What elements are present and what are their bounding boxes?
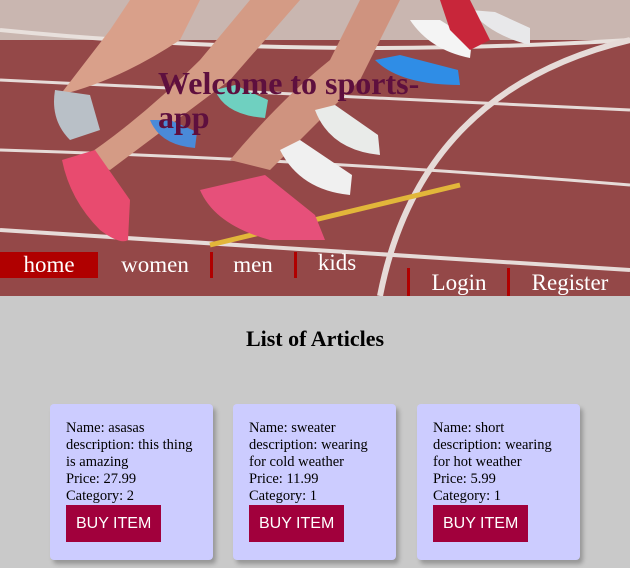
buy-item-button[interactable]: BUY ITEM: [249, 505, 345, 542]
hero-banner: Welcome to sports-app home women men kid…: [0, 0, 630, 296]
article-category: Category: 2: [66, 488, 135, 504]
page-title: List of Articles: [245, 326, 385, 351]
nav-separator: [294, 252, 297, 278]
article-description: description: wearing for cold weather: [249, 437, 368, 470]
buy-item-button[interactable]: BUY ITEM: [433, 505, 529, 542]
hero-title: Welcome to sports-app: [158, 65, 420, 135]
article-price: Price: 11.99: [249, 471, 319, 487]
article-description: description: wearing for hot weather: [433, 437, 552, 470]
nav-kids[interactable]: kids: [306, 250, 368, 276]
article-category: Category: 1: [249, 488, 318, 504]
nav-women[interactable]: women: [110, 252, 200, 278]
article-name: Name: asasas: [66, 420, 145, 436]
nav-men[interactable]: men: [222, 252, 284, 278]
article-price: Price: 27.99: [66, 471, 137, 487]
article-card: Name: sweater description: wearing for c…: [233, 404, 396, 560]
nav-register[interactable]: Register: [522, 270, 618, 296]
nav-home[interactable]: home: [0, 252, 98, 278]
nav-separator: [407, 268, 410, 296]
nav-separator: [210, 252, 213, 278]
article-category: Category: 1: [433, 488, 502, 504]
article-card: Name: asasas description: this thing is …: [50, 404, 213, 560]
article-card: Name: short description: wearing for hot…: [417, 404, 580, 560]
article-name: Name: sweater: [249, 420, 336, 436]
buy-item-button[interactable]: BUY ITEM: [66, 505, 162, 542]
nav-separator: [507, 268, 510, 296]
nav-login[interactable]: Login: [420, 270, 498, 296]
article-description: description: this thing is amazing: [66, 437, 193, 470]
article-name: Name: short: [433, 420, 505, 436]
article-price: Price: 5.99: [433, 471, 496, 487]
main-nav: home women men kids Login Register: [0, 250, 630, 296]
